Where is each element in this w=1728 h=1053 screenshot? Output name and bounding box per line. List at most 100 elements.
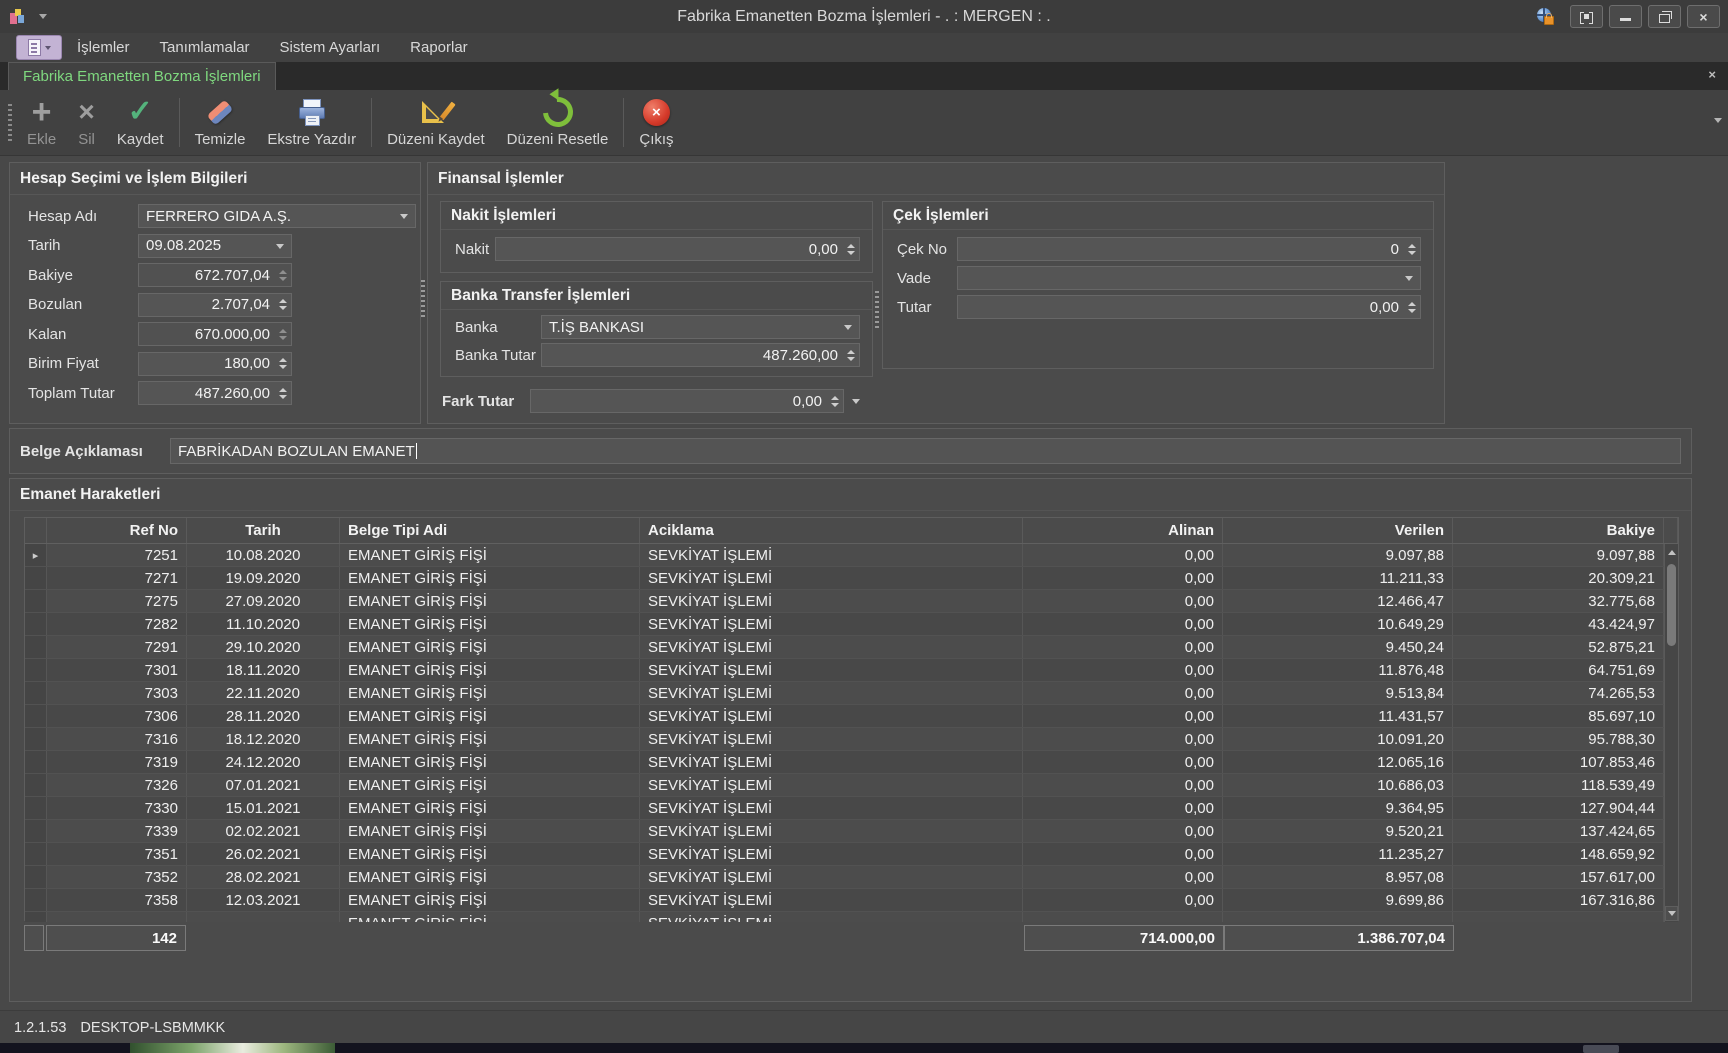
hesap-adi-combo[interactable]: FERRERO GIDA A.Ş. (138, 204, 416, 228)
toolbar-drag-handle[interactable] (8, 104, 12, 143)
cell-bakiye[interactable]: 107.853,46 (1453, 751, 1664, 773)
cell-aciklama[interactable]: SEVKİYAT İŞLEMİ (640, 636, 1023, 658)
cell-bakiye[interactable]: 64.751,69 (1453, 659, 1664, 681)
cell-alinan[interactable] (1023, 912, 1223, 922)
cell-bakiye[interactable]: 137.424,65 (1453, 820, 1664, 842)
spinner-arrows-icon[interactable] (279, 323, 287, 345)
table-row[interactable]: 731618.12.2020EMANET GİRİŞ FİŞİSEVKİYAT … (25, 728, 1664, 751)
cell-aciklama[interactable]: SEVKİYAT İŞLEMİ (640, 613, 1023, 635)
cell-belge-tipi[interactable]: EMANET GİRİŞ FİŞİ (340, 613, 640, 635)
cek-tutar-spinner[interactable]: 0,00 (957, 295, 1421, 319)
cell-tarih[interactable]: 29.10.2020 (187, 636, 340, 658)
file-menu-button[interactable] (16, 35, 62, 60)
cell-ref-no[interactable]: 7330 (47, 797, 187, 819)
cell-verilen[interactable]: 9.364,95 (1223, 797, 1453, 819)
scrollbar-thumb[interactable] (1667, 564, 1676, 646)
cell-verilen[interactable]: 11.235,27 (1223, 843, 1453, 865)
header-tarih[interactable]: Tarih (187, 518, 340, 543)
chevron-down-icon[interactable] (400, 214, 408, 219)
cell-alinan[interactable]: 0,00 (1023, 567, 1223, 589)
cell-tarih[interactable]: 18.11.2020 (187, 659, 340, 681)
cell-bakiye[interactable]: 85.697,10 (1453, 705, 1664, 727)
cell-ref-no[interactable]: 7339 (47, 820, 187, 842)
cell-bakiye[interactable]: 52.875,21 (1453, 636, 1664, 658)
cell-alinan[interactable]: 0,00 (1023, 728, 1223, 750)
toolbar-overflow-icon[interactable] (1714, 118, 1722, 123)
cell-belge-tipi[interactable]: EMANET GİRİŞ FİŞİ (340, 751, 640, 773)
cell-tarih[interactable]: 19.09.2020 (187, 567, 340, 589)
bakiye-spinner[interactable]: 672.707,04 (138, 263, 292, 287)
cell-verilen[interactable]: 8.957,08 (1223, 866, 1453, 888)
menu-item-raporlar[interactable]: Raporlar (395, 33, 483, 62)
cell-aciklama[interactable]: SEVKİYAT İŞLEMİ (640, 590, 1023, 612)
table-row[interactable]: 733015.01.2021EMANET GİRİŞ FİŞİSEVKİYAT … (25, 797, 1664, 820)
cell-alinan[interactable]: 0,00 (1023, 659, 1223, 681)
cell-aciklama[interactable]: SEVKİYAT İŞLEMİ (640, 912, 1023, 922)
cell-tarih[interactable]: 24.12.2020 (187, 751, 340, 773)
header-verilen[interactable]: Verilen (1223, 518, 1453, 543)
cell-belge-tipi[interactable]: EMANET GİRİŞ FİŞİ (340, 912, 640, 922)
cell-bakiye[interactable]: 20.309,21 (1453, 567, 1664, 589)
cell-verilen[interactable]: 12.466,47 (1223, 590, 1453, 612)
table-row[interactable]: 729129.10.2020EMANET GİRİŞ FİŞİSEVKİYAT … (25, 636, 1664, 659)
cell-aciklama[interactable]: SEVKİYAT İŞLEMİ (640, 889, 1023, 911)
chevron-down-icon[interactable] (844, 325, 852, 330)
cell-aciklama[interactable]: SEVKİYAT İŞLEMİ (640, 820, 1023, 842)
header-aciklama[interactable]: Aciklama (640, 518, 1023, 543)
cell-alinan[interactable]: 0,00 (1023, 774, 1223, 796)
cell-verilen[interactable]: 11.431,57 (1223, 705, 1453, 727)
header-alinan[interactable]: Alinan (1023, 518, 1223, 543)
cell-bakiye[interactable]: 118.539,49 (1453, 774, 1664, 796)
header-ref-no[interactable]: Ref No (47, 518, 187, 543)
spinner-arrows-icon[interactable] (1408, 296, 1416, 318)
cell-ref-no[interactable]: 7326 (47, 774, 187, 796)
cell-alinan[interactable]: 0,00 (1023, 843, 1223, 865)
cell-tarih[interactable]: 22.11.2020 (187, 682, 340, 704)
cell-bakiye[interactable]: 43.424,97 (1453, 613, 1664, 635)
chevron-down-icon[interactable] (276, 244, 284, 249)
menu-item-islemler[interactable]: İşlemler (62, 33, 145, 62)
bozulan-spinner[interactable]: 2.707,04 (138, 293, 292, 317)
cell-alinan[interactable]: 0,00 (1023, 820, 1223, 842)
cell-verilen[interactable]: 11.876,48 (1223, 659, 1453, 681)
table-row[interactable]: 732607.01.2021EMANET GİRİŞ FİŞİSEVKİYAT … (25, 774, 1664, 797)
cell-verilen[interactable]: 10.091,20 (1223, 728, 1453, 750)
cell-tarih[interactable]: 07.01.2021 (187, 774, 340, 796)
cell-ref-no[interactable]: 7306 (47, 705, 187, 727)
cell-bakiye[interactable]: 32.775,68 (1453, 590, 1664, 612)
cell-bakiye[interactable]: 127.904,44 (1453, 797, 1664, 819)
cell-aciklama[interactable]: SEVKİYAT İŞLEMİ (640, 567, 1023, 589)
sil-button[interactable]: × Sil (67, 90, 106, 155)
cell-aciklama[interactable]: SEVKİYAT İŞLEMİ (640, 774, 1023, 796)
cell-verilen[interactable]: 10.649,29 (1223, 613, 1453, 635)
cell-alinan[interactable]: 0,00 (1023, 590, 1223, 612)
cell-belge-tipi[interactable]: EMANET GİRİŞ FİŞİ (340, 567, 640, 589)
cell-aciklama[interactable]: SEVKİYAT İŞLEMİ (640, 659, 1023, 681)
cell-alinan[interactable]: 0,00 (1023, 682, 1223, 704)
cell-bakiye[interactable]: 167.316,86 (1453, 889, 1664, 911)
cell-tarih[interactable]: 27.09.2020 (187, 590, 340, 612)
cell-ref-no[interactable]: 7352 (47, 866, 187, 888)
table-row[interactable]: 735126.02.2021EMANET GİRİŞ FİŞİSEVKİYAT … (25, 843, 1664, 866)
table-row[interactable]: 731924.12.2020EMANET GİRİŞ FİŞİSEVKİYAT … (25, 751, 1664, 774)
banka-tutar-spinner[interactable]: 487.260,00 (541, 343, 860, 367)
menu-item-sistem-ayarlari[interactable]: Sistem Ayarları (265, 33, 396, 62)
cell-bakiye[interactable] (1453, 912, 1664, 922)
scroll-down-icon[interactable] (1665, 906, 1678, 921)
cell-tarih[interactable]: 26.02.2021 (187, 843, 340, 865)
duzeni-resetle-button[interactable]: Düzeni Resetle (496, 90, 620, 155)
cek-no-spinner[interactable]: 0 (957, 237, 1421, 261)
duzeni-kaydet-button[interactable]: Düzeni Kaydet (376, 90, 496, 155)
cikis-button[interactable]: × Çıkış (628, 90, 684, 155)
tab-fabrika-emanetten-bozma[interactable]: Fabrika Emanetten Bozma İşlemleri (8, 62, 276, 90)
cell-belge-tipi[interactable]: EMANET GİRİŞ FİŞİ (340, 590, 640, 612)
cell-ref-no[interactable] (47, 912, 187, 922)
spinner-arrows-icon[interactable] (279, 382, 287, 404)
belge-aciklamasi-input[interactable]: FABRİKADAN BOZULAN EMANET (170, 438, 1681, 464)
cell-ref-no[interactable]: 7301 (47, 659, 187, 681)
spinner-arrows-icon[interactable] (1408, 238, 1416, 260)
cell-verilen[interactable]: 10.686,03 (1223, 774, 1453, 796)
table-row[interactable]: 728211.10.2020EMANET GİRİŞ FİŞİSEVKİYAT … (25, 613, 1664, 636)
cell-tarih[interactable]: 15.01.2021 (187, 797, 340, 819)
birim-fiyat-spinner[interactable]: 180,00 (138, 352, 292, 376)
